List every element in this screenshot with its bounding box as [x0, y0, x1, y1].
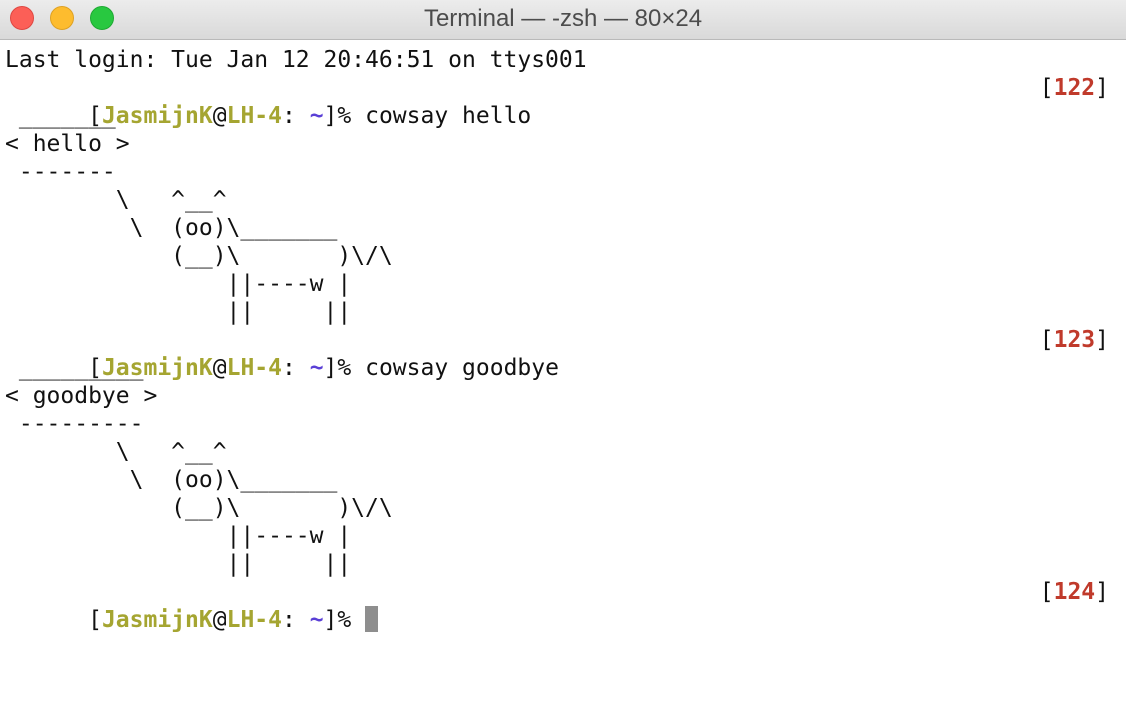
prompt-host: LH-4 [226, 607, 282, 633]
command-counter: [123] [1039, 327, 1109, 353]
prompt-line: [JasmijnK@LH-4: ~]% cowsay goodbye [123] [5, 326, 1115, 381]
output-line: _______ [5, 103, 116, 129]
text-cursor[interactable] [365, 606, 379, 632]
window-title: Terminal — -zsh — 80×24 [423, 5, 703, 32]
output-line: < goodbye > [5, 383, 158, 409]
command-counter-value: 122 [1053, 75, 1096, 101]
prompt-line: [JasmijnK@LH-4: ~]% cowsay hello [122] [5, 74, 1115, 129]
output-line: < hello > [5, 131, 130, 157]
output-line: \ (oo)\_______ [5, 215, 338, 241]
prompt-directory: ~ [309, 607, 324, 633]
output-line: \ ^__^ [5, 439, 227, 465]
title-bar[interactable]: Terminal — -zsh — 80×24 [0, 0, 1126, 40]
current-prompt-line[interactable]: [JasmijnK@LH-4: ~]% [124] [5, 578, 1115, 633]
output-line: (__)\ )\/\ [5, 243, 393, 269]
prompt-colon: : [281, 607, 310, 633]
login-line: Last login: Tue Jan 12 20:46:51 on ttys0… [5, 47, 587, 73]
prompt-at: @ [212, 607, 227, 633]
output-line: \ (oo)\_______ [5, 467, 338, 493]
command-counter-value: 124 [1053, 579, 1096, 605]
output-line: ------- [5, 159, 116, 185]
command-counter: [122] [1039, 75, 1109, 101]
command-counter-value: 123 [1053, 327, 1096, 353]
terminal-output[interactable]: Last login: Tue Jan 12 20:46:51 on ttys0… [5, 46, 1115, 633]
prompt-symbol: % [337, 607, 366, 633]
output-line: \ ^__^ [5, 187, 227, 213]
output-line: || || [5, 551, 352, 577]
prompt-close-bracket: ] [323, 607, 338, 633]
output-line: ||----w | [5, 271, 352, 297]
terminal-window: Terminal — -zsh — 80×24 Last login: Tue … [0, 0, 1126, 720]
output-line: (__)\ )\/\ [5, 495, 393, 521]
output-line: --------- [5, 411, 144, 437]
prompt-open-bracket: [ [88, 607, 102, 633]
output-line: _________ [5, 355, 144, 381]
prompt-user: JasmijnK [101, 607, 213, 633]
output-line: ||----w | [5, 523, 352, 549]
command-counter: [124] [1039, 579, 1109, 605]
output-line: || || [5, 299, 352, 325]
